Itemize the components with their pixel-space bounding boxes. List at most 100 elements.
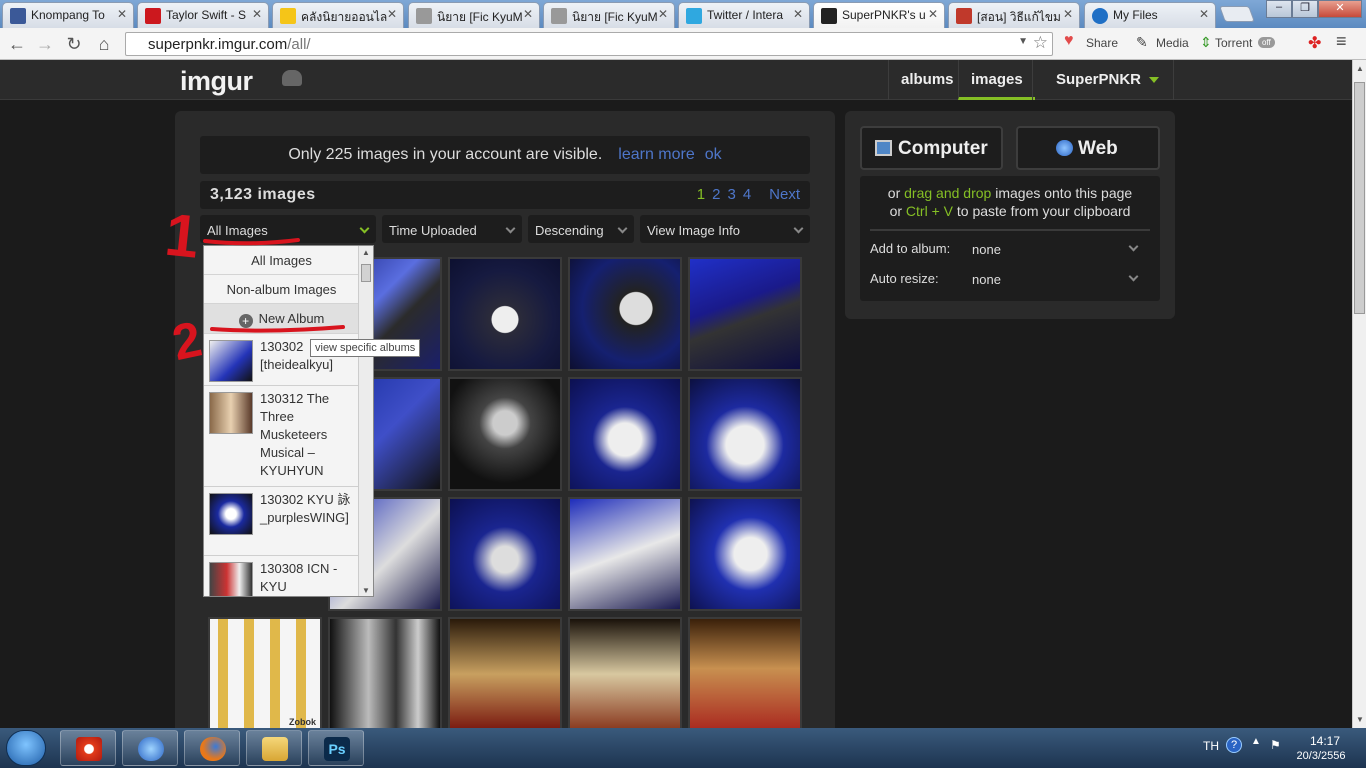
order-select[interactable]: Descending: [528, 215, 634, 243]
ok-link[interactable]: ok: [705, 146, 722, 163]
album-filter-select[interactable]: All Images: [200, 215, 376, 243]
browser-tab[interactable]: Twitter / Intera ✕: [678, 2, 810, 28]
image-thumbnail[interactable]: [448, 257, 562, 371]
nav-albums[interactable]: albums: [888, 60, 966, 100]
close-icon[interactable]: ✕: [1199, 7, 1209, 21]
image-thumbnail[interactable]: [688, 497, 802, 611]
start-button[interactable]: [6, 730, 46, 766]
image-thumbnail[interactable]: [448, 377, 562, 491]
close-icon[interactable]: ✕: [793, 7, 803, 21]
page-link[interactable]: 2: [712, 186, 720, 203]
close-icon[interactable]: ✕: [1063, 7, 1073, 21]
nav-images[interactable]: images: [958, 60, 1035, 100]
browser-tab[interactable]: คลังนิยายออนไล ✕: [272, 2, 404, 28]
browser-tab[interactable]: Taylor Swift - S ✕: [137, 2, 269, 28]
back-icon[interactable]: ←: [6, 33, 28, 55]
extension-icon[interactable]: ✤: [1308, 33, 1321, 53]
scroll-down-icon[interactable]: ▼: [362, 586, 370, 595]
scrollbar-thumb[interactable]: [361, 264, 371, 282]
image-thumbnail[interactable]: [448, 497, 562, 611]
torrent-button[interactable]: Torrent: [1215, 36, 1252, 50]
taskbar-app-firefox[interactable]: [184, 730, 240, 766]
menu-item-non-album[interactable]: Non-album Images: [204, 275, 359, 304]
close-icon[interactable]: ✕: [523, 7, 533, 21]
drop-zone[interactable]: or drag and drop images onto this page o…: [860, 176, 1160, 301]
album-list-item[interactable]: 130312 The Three Musketeers Musical – KY…: [204, 386, 359, 487]
image-thumbnail[interactable]: [688, 257, 802, 371]
upload-computer-button[interactable]: Computer: [860, 126, 1003, 170]
close-icon[interactable]: ✕: [252, 7, 262, 21]
taskbar-app-network[interactable]: [122, 730, 178, 766]
language-indicator[interactable]: TH: [1203, 739, 1219, 753]
close-icon[interactable]: ✕: [658, 7, 668, 21]
page-link[interactable]: 4: [743, 186, 751, 203]
image-thumbnail[interactable]: [448, 617, 562, 731]
media-button[interactable]: Media: [1156, 36, 1189, 50]
image-thumbnail[interactable]: [568, 377, 682, 491]
close-window-button[interactable]: ✕: [1318, 0, 1362, 18]
image-thumbnail[interactable]: [568, 497, 682, 611]
clock-time[interactable]: 14:17: [1300, 734, 1350, 748]
image-thumbnail[interactable]: [688, 617, 802, 731]
address-bar[interactable]: superpnkr.imgur.com/all/ ▼ ☆: [125, 32, 1053, 56]
taskbar-app-explorer[interactable]: [246, 730, 302, 766]
browser-tab[interactable]: นิยาย [Fic KyuM ✕: [543, 2, 675, 28]
site-header: imgur albums images SuperPNKR: [0, 60, 1352, 100]
bookmark-star-icon[interactable]: ☆: [1033, 33, 1048, 53]
nav-user-menu[interactable]: SuperPNKR: [1032, 60, 1174, 100]
image-thumbnail[interactable]: Zobok: [208, 617, 322, 731]
scroll-up-icon[interactable]: ▲: [362, 248, 370, 257]
imgur-logo[interactable]: imgur: [180, 66, 253, 97]
dropdown-icon[interactable]: ▼: [1018, 36, 1028, 47]
chevron-up-icon[interactable]: ▲: [1251, 736, 1261, 747]
plus-icon: +: [238, 314, 253, 328]
taskbar-app-opera[interactable]: [60, 730, 116, 766]
minimize-button[interactable]: –: [1266, 0, 1292, 18]
menu-item-all-images[interactable]: All Images: [204, 246, 359, 275]
share-button[interactable]: Share: [1086, 36, 1118, 50]
next-page-link[interactable]: Next: [769, 186, 800, 203]
clock-date[interactable]: 20/3/2556: [1291, 750, 1351, 762]
scroll-up-icon[interactable]: ▲: [1356, 64, 1364, 73]
help-icon[interactable]: ?: [1226, 737, 1242, 753]
new-tab-button[interactable]: [1219, 6, 1255, 22]
image-thumbnail[interactable]: [328, 617, 442, 731]
album-list-item[interactable]: 130302 KYU 詠 _purplesWING]: [204, 487, 359, 556]
reload-icon[interactable]: ↻: [63, 33, 85, 55]
forward-icon[interactable]: →: [34, 33, 56, 55]
view-select[interactable]: View Image Info: [640, 215, 810, 243]
upload-cloud-icon[interactable]: [282, 70, 302, 86]
browser-tab[interactable]: Knompang To ✕: [2, 2, 134, 28]
browser-tab[interactable]: นิยาย [Fic KyuM ✕: [408, 2, 540, 28]
image-thumbnail[interactable]: [568, 257, 682, 371]
image-thumbnail[interactable]: [688, 377, 802, 491]
learn-more-link[interactable]: learn more: [618, 146, 694, 163]
maximize-button[interactable]: ❐: [1292, 0, 1318, 18]
album-list-item[interactable]: 130308 ICN - KYU: [204, 556, 359, 596]
home-icon[interactable]: ⌂: [93, 33, 115, 55]
sort-by-select[interactable]: Time Uploaded: [382, 215, 522, 243]
computer-icon: [875, 140, 892, 156]
scroll-down-icon[interactable]: ▼: [1356, 715, 1364, 724]
add-to-album-select[interactable]: none: [972, 242, 1001, 257]
taskbar-app-photoshop[interactable]: Ps: [308, 730, 364, 766]
auto-resize-select[interactable]: none: [972, 272, 1001, 287]
menu-scrollbar[interactable]: ▲ ▼: [358, 246, 373, 596]
browser-tab[interactable]: [สอน] วิธีแก้ไขม ✕: [948, 2, 1080, 28]
menu-item-new-album[interactable]: + New Album: [204, 304, 359, 334]
close-icon[interactable]: ✕: [928, 7, 938, 21]
firefox-icon: [200, 737, 226, 761]
upload-web-button[interactable]: Web: [1016, 126, 1160, 170]
page-link[interactable]: 3: [727, 186, 735, 203]
close-icon[interactable]: ✕: [387, 7, 397, 21]
chevron-down-icon: [617, 223, 628, 234]
browser-tab[interactable]: My Files ✕: [1084, 2, 1216, 28]
scrollbar-thumb[interactable]: [1354, 82, 1365, 314]
image-thumbnail[interactable]: [568, 617, 682, 731]
page-link[interactable]: 1: [697, 186, 705, 203]
browser-tab-active[interactable]: SuperPNKR's u ✕: [813, 2, 945, 28]
close-icon[interactable]: ✕: [117, 7, 127, 21]
page-scrollbar[interactable]: ▲ ▼: [1352, 60, 1366, 728]
flag-icon[interactable]: ⚑: [1270, 738, 1281, 752]
menu-icon[interactable]: ≡: [1336, 31, 1347, 52]
